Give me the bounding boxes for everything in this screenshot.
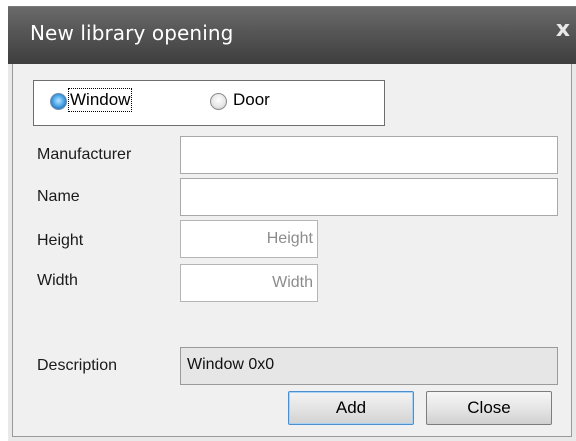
description-label: Description — [37, 357, 118, 374]
close-icon[interactable]: x — [551, 18, 575, 42]
radio-door[interactable] — [210, 93, 227, 110]
close-button[interactable]: Close — [426, 391, 552, 425]
title-bar[interactable]: New library opening x — [8, 6, 576, 65]
width-field[interactable] — [180, 264, 318, 302]
manufacturer-label: Manufacturer — [37, 146, 132, 163]
window-frame-bottom — [8, 437, 576, 441]
new-library-opening-dialog: New library opening x Window Door Manufa… — [0, 0, 576, 441]
dialog-title: New library opening — [30, 21, 234, 45]
name-label: Name — [37, 188, 80, 205]
height-label: Height — [37, 232, 84, 249]
height-field[interactable] — [180, 220, 318, 258]
add-button[interactable]: Add — [288, 391, 414, 425]
radio-window-label[interactable]: Window — [67, 88, 133, 112]
manufacturer-field[interactable] — [180, 136, 558, 174]
radio-door-label[interactable]: Door — [233, 90, 270, 110]
opening-type-group: Window Door — [33, 80, 385, 126]
window-frame-right — [572, 64, 576, 441]
width-label: Width — [37, 272, 78, 289]
name-field[interactable] — [180, 178, 558, 216]
description-field: Window 0x0 — [180, 347, 558, 385]
radio-window[interactable] — [50, 93, 67, 110]
